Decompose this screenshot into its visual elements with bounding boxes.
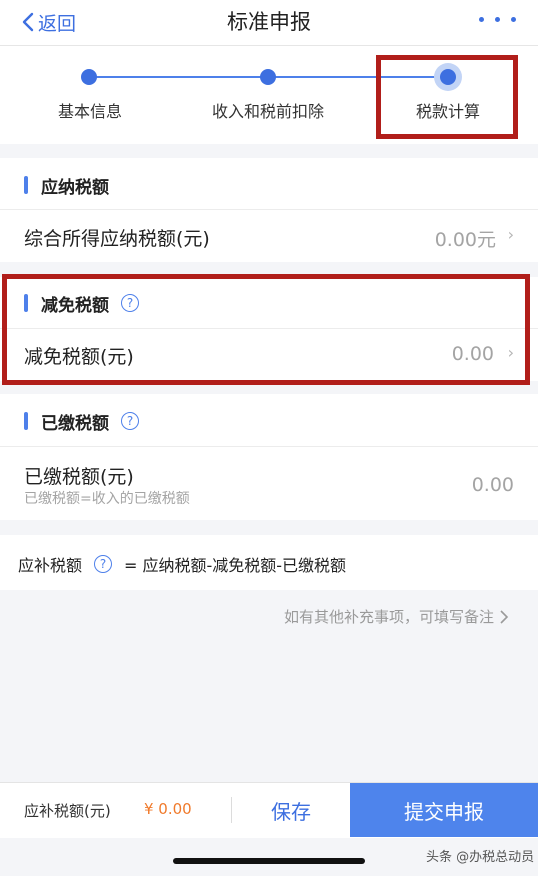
section-title: 应纳税额 xyxy=(41,177,109,198)
chevron-right-icon xyxy=(500,609,509,624)
paid-row-value: 0.00 xyxy=(471,474,514,496)
due-amount-value: ¥ 0.00 xyxy=(144,800,192,818)
step-label-basic-info[interactable]: 基本信息 xyxy=(30,98,150,122)
formula-label: 应补税额 xyxy=(18,556,83,575)
payable-row-value: 0.00元 xyxy=(434,229,496,251)
paid-row-label: 已缴税额(元) xyxy=(24,466,134,488)
home-indicator[interactable] xyxy=(173,858,365,864)
step-dot[interactable] xyxy=(81,69,97,85)
highlight-box xyxy=(2,274,530,385)
remark-text: 如有其他补充事项，可填写备注 xyxy=(283,608,494,626)
back-label: 返回 xyxy=(38,12,77,35)
submit-button[interactable]: 提交申报 xyxy=(350,783,538,837)
more-menu-icon[interactable] xyxy=(479,17,516,22)
paid-header: 已缴税额 ? xyxy=(0,396,538,446)
remark-link[interactable]: 如有其他补充事项，可填写备注 xyxy=(284,606,510,627)
section-marker xyxy=(24,412,28,430)
step-connector xyxy=(90,76,268,78)
divider xyxy=(0,446,538,447)
paid-row-hint: 已缴税额=收入的已缴税额 xyxy=(24,491,190,507)
payable-header: 应纳税额 xyxy=(0,160,538,210)
payable-row-label: 综合所得应纳税额(元) xyxy=(24,228,210,250)
save-button[interactable]: 保存 xyxy=(232,783,350,837)
highlight-box xyxy=(376,55,518,139)
chevron-right-icon: › xyxy=(507,225,514,244)
formula: 应补税额 ? = 应纳税额-减免税额-已缴税额 xyxy=(18,552,346,576)
help-icon[interactable]: ? xyxy=(121,412,139,430)
step-label-income[interactable]: 收入和税前扣除 xyxy=(188,98,348,122)
watermark: 头条 @办税总动员 xyxy=(426,850,535,865)
section-marker xyxy=(24,176,28,194)
step-dot[interactable] xyxy=(260,69,276,85)
nav-bar xyxy=(0,0,538,46)
section-title: 已缴税额 xyxy=(41,413,109,434)
back-button[interactable]: 返回 xyxy=(22,8,76,36)
help-icon[interactable]: ? xyxy=(94,555,113,573)
formula-expression: = 应纳税额-减免税额-已缴税额 xyxy=(124,556,347,575)
due-amount-label: 应补税额(元) xyxy=(24,802,111,820)
chevron-left-icon xyxy=(22,12,34,32)
